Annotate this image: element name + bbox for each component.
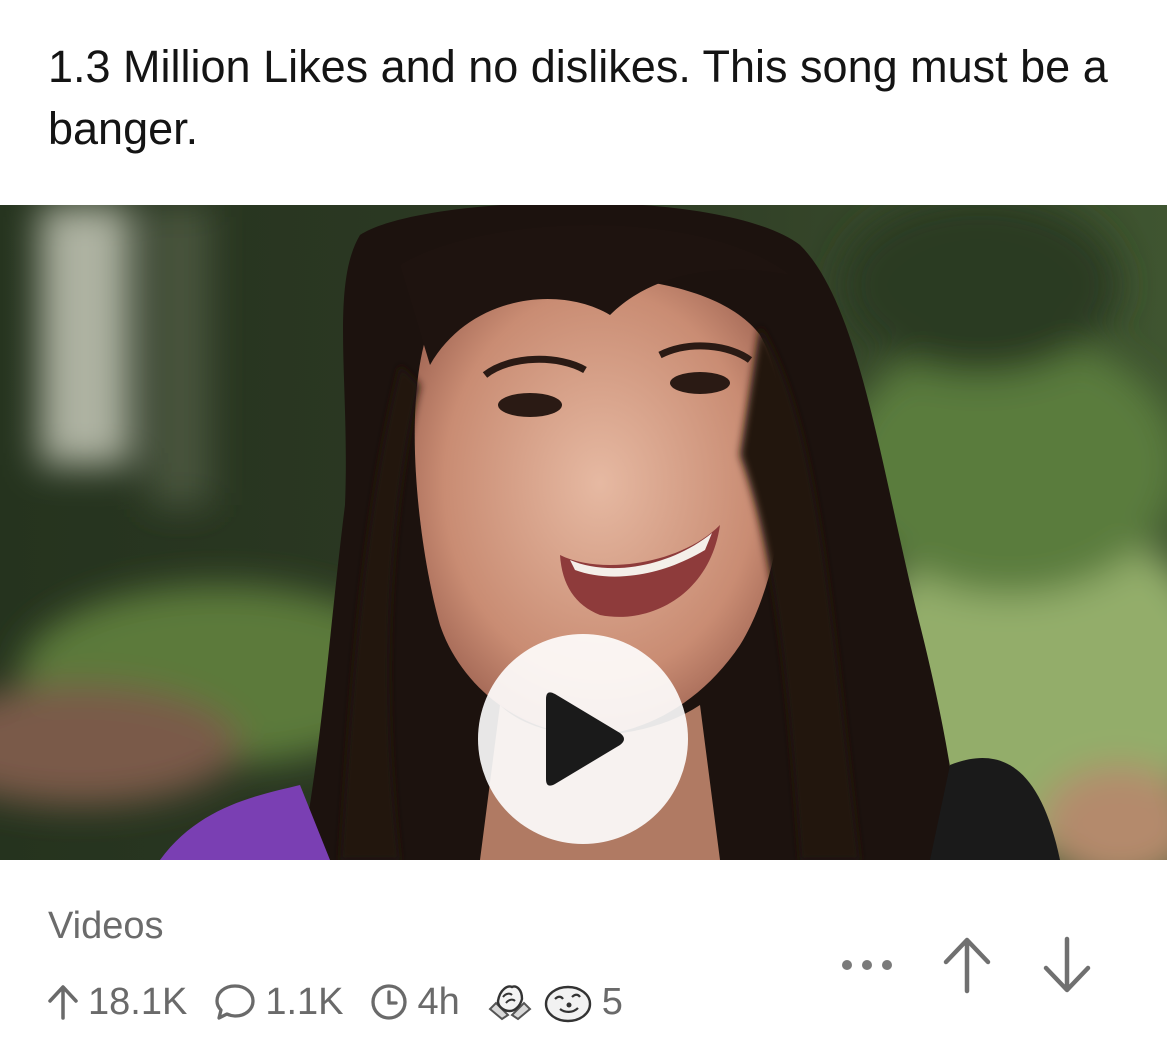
clock-icon — [371, 984, 408, 1020]
downvote-button[interactable] — [1037, 935, 1097, 995]
award-count: 5 — [601, 980, 623, 1023]
comment-count-text: 1.1K — [265, 980, 344, 1023]
post-age-text: 4h — [417, 980, 460, 1023]
post-title[interactable]: 1.3 Million Likes and no dislikes. This … — [48, 36, 1128, 160]
upvote-count-text: 18.1K — [88, 980, 188, 1023]
post-stats: 18.1K 1.1K 4h 5 — [46, 978, 623, 1026]
upvote-arrow-icon — [943, 937, 991, 994]
play-icon — [546, 692, 624, 786]
post-age: 4h — [369, 980, 460, 1024]
more-dots-icon — [842, 960, 892, 970]
arrow-up-icon — [48, 985, 78, 1020]
award-handshake[interactable] — [486, 979, 534, 1025]
video-thumbnail[interactable] — [0, 205, 1167, 860]
more-options-button[interactable] — [837, 958, 897, 972]
upvote-count: 18.1K — [46, 981, 187, 1024]
comment-bubble-icon — [215, 984, 255, 1020]
post-flair[interactable]: Videos — [48, 905, 164, 948]
handshake-award-icon — [488, 985, 532, 1021]
upvote-button[interactable] — [937, 935, 997, 995]
post-actions — [837, 933, 1097, 997]
award-seal[interactable] — [542, 979, 594, 1025]
play-button[interactable] — [478, 634, 688, 844]
downvote-arrow-icon — [1043, 936, 1091, 993]
seal-award-icon — [544, 985, 591, 1023]
comment-count[interactable]: 1.1K — [213, 981, 343, 1024]
